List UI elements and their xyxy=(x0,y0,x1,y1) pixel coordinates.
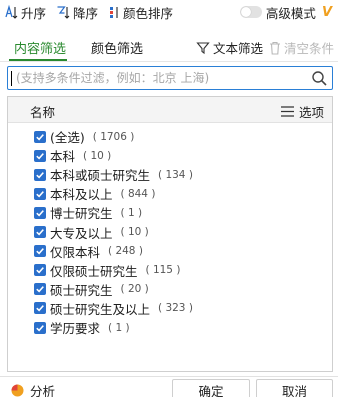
search-icon[interactable] xyxy=(311,70,328,87)
analysis-label: 分析 xyxy=(30,384,56,397)
list-item-count: ( 323 ) xyxy=(158,302,193,315)
analysis-button[interactable]: 分析 xyxy=(11,381,55,397)
list-item-label: 博士研究生 xyxy=(50,206,113,222)
list-item-label: 本科或硕士研究生 xyxy=(50,168,151,184)
checkbox[interactable] xyxy=(34,283,46,296)
vip-badge-icon: V xyxy=(321,4,332,20)
tab-content-filter[interactable]: 内容筛选 xyxy=(14,38,66,57)
list-item-label: 仅限硕士研究生 xyxy=(50,263,138,279)
options-label: 选项 xyxy=(298,105,324,120)
checkmark-icon xyxy=(36,152,44,160)
checkbox[interactable] xyxy=(34,130,46,143)
list-item-count: ( 10 ) xyxy=(120,226,149,238)
sort-toolbar: 升序 降序 颜色排序 高级模式 V xyxy=(0,0,338,24)
color-sort-label: 颜色排序 xyxy=(123,5,174,21)
list-item-label: 大专及以上 xyxy=(50,225,113,241)
sort-ascending-button[interactable]: 升序 xyxy=(4,0,46,24)
color-sort-button[interactable]: 颜色排序 xyxy=(108,0,173,24)
list-item-count: ( 1706 ) xyxy=(92,130,135,143)
clear-conditions-label: 清空条件 xyxy=(283,41,334,56)
confirm-button[interactable]: 确定 xyxy=(172,379,250,397)
list-item-count: ( 134 ) xyxy=(158,168,193,181)
tab-color-filter[interactable]: 颜色筛选 xyxy=(91,38,143,57)
checkmark-icon xyxy=(36,324,44,332)
advanced-mode-toggle[interactable]: 高级模式 V xyxy=(239,0,332,24)
list-item-count: ( 844 ) xyxy=(120,187,156,200)
tabs-divider xyxy=(0,61,338,62)
list-item[interactable]: 仅限本科 ( 248 ) xyxy=(34,242,143,261)
list-item-count: ( 20 ) xyxy=(120,283,149,296)
checkmark-icon xyxy=(36,229,44,236)
checkmark-icon xyxy=(36,133,44,141)
checkbox[interactable] xyxy=(34,168,46,181)
checkbox[interactable] xyxy=(34,226,46,238)
list-item[interactable]: 博士研究生 ( 1 ) xyxy=(34,203,142,222)
checkmark-icon xyxy=(36,267,44,274)
list-item-count: ( 10 ) xyxy=(83,149,112,162)
list-item-label: 学历要求 xyxy=(50,321,101,336)
filter-tabs: 内容筛选 颜色筛选 文本筛选 清空条件 xyxy=(0,34,338,61)
list-item-count: ( 248 ) xyxy=(108,245,143,258)
sort-descending-label: 降序 xyxy=(73,5,99,21)
clear-conditions-button[interactable]: 清空条件 xyxy=(269,38,334,57)
list-item-label: 本科及以上 xyxy=(50,187,113,203)
checkbox[interactable] xyxy=(34,149,46,162)
value-list-panel: 名称 选项 (全选) ( 1706 ) 本科 ( 10 ) 本科或硕士研究生 ( 134 … xyxy=(7,96,333,372)
checkmark-icon xyxy=(36,248,44,255)
menu-icon xyxy=(280,106,294,117)
checkmark-icon xyxy=(36,171,44,179)
checkbox[interactable] xyxy=(34,264,46,277)
checkmark-icon xyxy=(36,209,44,217)
checkbox[interactable] xyxy=(34,321,46,334)
color-sort-icon xyxy=(110,7,118,18)
filter-actions: 文本筛选 清空条件 xyxy=(190,38,334,57)
filter-funnel-icon xyxy=(196,41,210,54)
sort-descending-button[interactable]: 降序 xyxy=(56,0,98,24)
checkbox[interactable] xyxy=(34,302,46,315)
search-box[interactable] xyxy=(7,66,333,90)
text-caret xyxy=(11,71,12,86)
list-item-count: ( 1 ) xyxy=(108,321,130,334)
list-item[interactable]: 本科及以上 ( 844 ) xyxy=(34,184,155,203)
checkmark-icon xyxy=(36,190,44,198)
list-item-label: 仅限本科 xyxy=(50,244,101,260)
toggle-switch[interactable] xyxy=(239,6,262,18)
list-item[interactable]: 本科 ( 10 ) xyxy=(34,146,111,165)
text-filter-label: 文本筛选 xyxy=(212,41,263,56)
text-filter-button[interactable]: 文本筛选 xyxy=(196,38,263,57)
list-item-label: 硕士研究生及以上 xyxy=(50,301,151,317)
advanced-mode-label: 高级模式 xyxy=(265,5,316,21)
list-item-count: ( 115 ) xyxy=(145,264,181,277)
bottom-bar: 分析 确定 取消 xyxy=(0,376,338,397)
checkbox[interactable] xyxy=(34,206,46,219)
sort-ascending-icon xyxy=(5,4,18,19)
list-item[interactable]: 硕士研究生 ( 20 ) xyxy=(34,280,149,299)
options-button[interactable]: 选项 xyxy=(280,102,324,121)
list-item-label: (全选) xyxy=(50,130,85,145)
checkmark-icon xyxy=(36,305,44,312)
list-item[interactable]: 本科或硕士研究生 ( 134 ) xyxy=(34,165,193,184)
pie-chart-icon xyxy=(11,384,24,397)
list-item[interactable]: 大专及以上 ( 10 ) xyxy=(34,223,149,242)
list-header: 名称 选项 xyxy=(8,97,332,123)
checkbox[interactable] xyxy=(34,187,46,200)
list-item[interactable]: (全选) ( 1706 ) xyxy=(34,127,134,146)
search-input[interactable] xyxy=(16,68,306,88)
list-item-count: ( 1 ) xyxy=(120,206,143,219)
cancel-button[interactable]: 取消 xyxy=(256,379,333,397)
sort-descending-icon xyxy=(57,6,70,19)
sort-ascending-label: 升序 xyxy=(21,5,47,21)
list-item-label: 硕士研究生 xyxy=(50,282,113,298)
list-item-label: 本科 xyxy=(50,149,76,165)
column-name-header: 名称 xyxy=(30,105,56,120)
trash-icon xyxy=(269,41,280,55)
list-item[interactable]: 仅限硕士研究生 ( 115 ) xyxy=(34,261,180,280)
list-item[interactable]: 学历要求 ( 1 ) xyxy=(34,318,130,337)
list-item[interactable]: 硕士研究生及以上 ( 323 ) xyxy=(34,299,193,318)
checkmark-icon xyxy=(36,286,44,293)
checkbox[interactable] xyxy=(34,245,46,258)
